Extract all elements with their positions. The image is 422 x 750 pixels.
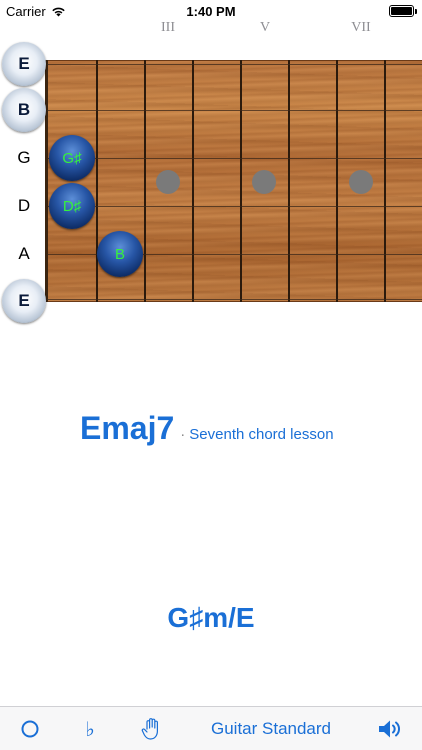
string-label-d: D [17, 196, 31, 215]
bottom-toolbar: ♭ Guitar Standard [0, 706, 422, 750]
string-label-g: G [17, 148, 31, 167]
string-label-a: A [18, 244, 30, 263]
flat-icon: ♭ [85, 717, 95, 741]
fret-wire [288, 60, 290, 302]
battery-icon [389, 5, 417, 17]
note-marker-b[interactable]: B [97, 231, 143, 277]
fret-inlay-dot [252, 170, 276, 194]
circle-button[interactable] [10, 707, 50, 750]
guitar-string [47, 158, 422, 159]
separator-dot: · [180, 426, 186, 443]
guitar-string [47, 206, 422, 207]
speaker-icon [379, 720, 400, 738]
alternate-chord-name: G♯m/E [167, 602, 255, 633]
open-string-e-high[interactable]: E [2, 42, 46, 86]
fret-wire [96, 60, 98, 302]
fret-wire [240, 60, 242, 302]
fret-marker-iii: III [161, 20, 175, 35]
guitar-string [47, 299, 422, 300]
fret-wire [336, 60, 338, 302]
sound-button[interactable] [368, 707, 412, 750]
status-bar: Carrier 1:40 PM [0, 0, 422, 22]
fret-inlay-dot [349, 170, 373, 194]
fret-marker-v: V [259, 20, 271, 35]
fret-marker-vii: VII [351, 20, 371, 35]
nut [45, 60, 48, 302]
circle-icon [21, 720, 39, 738]
note-marker-d-sharp[interactable]: D♯ [49, 183, 95, 229]
chord-lesson-link[interactable]: Seventh chord lesson [189, 426, 333, 443]
guitar-string [47, 110, 422, 111]
fret-wire [192, 60, 194, 302]
status-time: 1:40 PM [186, 4, 236, 19]
open-string-b[interactable]: B [2, 88, 46, 132]
flat-button[interactable]: ♭ [70, 707, 110, 750]
fret-inlay-dot [156, 170, 180, 194]
hand-icon [141, 718, 158, 740]
note-marker-g-sharp[interactable]: G♯ [49, 135, 95, 181]
tuning-label: Guitar Standard [210, 719, 331, 738]
fret-wire [384, 60, 386, 302]
tuning-selector-button[interactable]: Guitar Standard [196, 707, 346, 750]
chord-description[interactable]: · Seventh chord lesson [180, 426, 333, 443]
guitar-string [47, 64, 422, 65]
open-string-e-low[interactable]: E [2, 279, 46, 323]
hand-button[interactable] [130, 707, 174, 750]
chord-info: Emaj7 · Seventh chord lesson [0, 410, 422, 447]
chord-name: Emaj7 [80, 410, 175, 446]
fret-wire [144, 60, 146, 302]
